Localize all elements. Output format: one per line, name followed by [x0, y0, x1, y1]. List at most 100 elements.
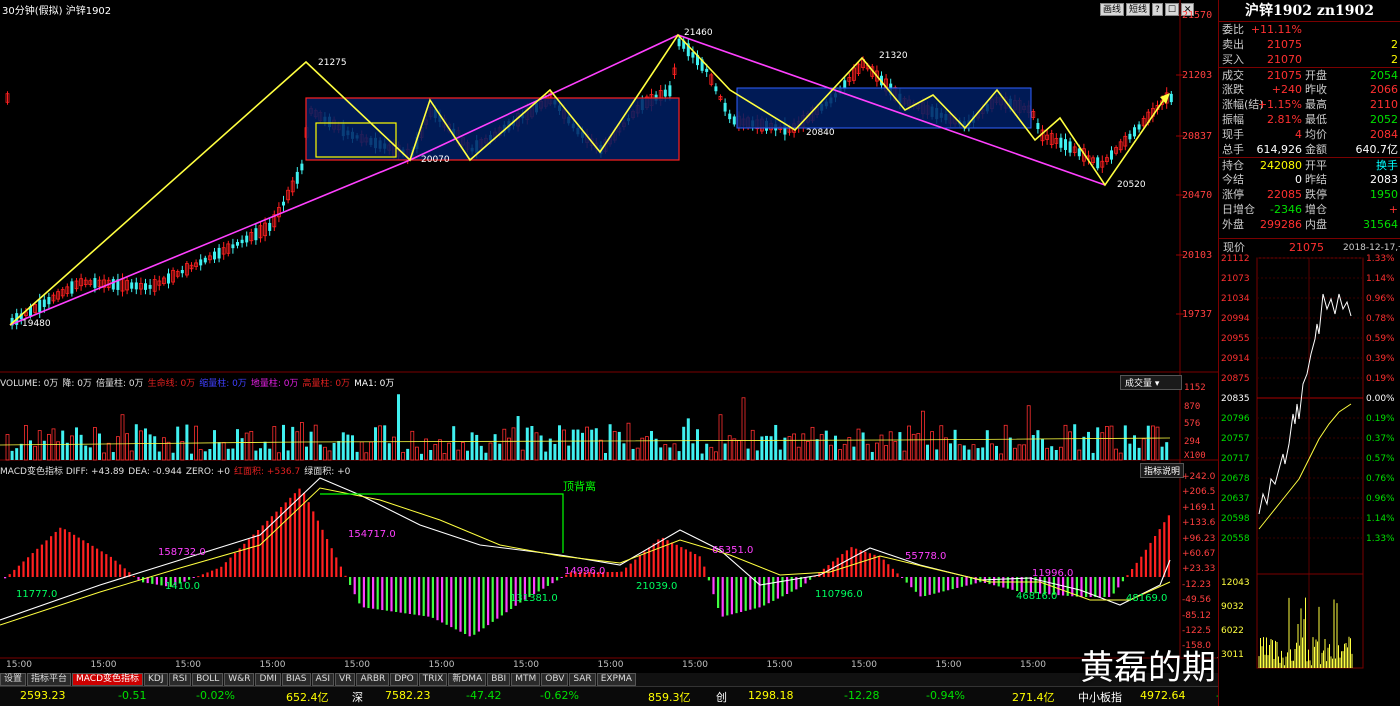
- volume-bar: [221, 442, 226, 461]
- macd-bar: [109, 556, 112, 577]
- macd-bar: [1131, 569, 1134, 577]
- macd-bar: [735, 577, 738, 614]
- candle-body: [1068, 141, 1072, 153]
- volume-bar: [10, 450, 14, 460]
- indicator-help-button[interactable]: 指标说明: [1140, 463, 1185, 478]
- macd-bar: [17, 565, 20, 577]
- candle-body: [677, 38, 681, 47]
- indicator-tab[interactable]: KDJ: [144, 673, 168, 686]
- macd-bar: [546, 577, 549, 586]
- volume-bar: [696, 429, 699, 460]
- volume-bar: [967, 449, 971, 460]
- indicator-tab[interactable]: RSI: [168, 673, 192, 686]
- volume-bar: [98, 433, 101, 460]
- volume-bar: [944, 437, 948, 461]
- macd-bar: [376, 577, 379, 610]
- volume-bar: [599, 439, 603, 461]
- indicator-tab[interactable]: MACD变色指标: [72, 673, 144, 686]
- macd-annotation: 158732.0: [158, 547, 206, 558]
- volume-bar: [259, 448, 262, 460]
- price-axis-label: 20470: [1182, 190, 1213, 201]
- macd-bar: [63, 529, 66, 577]
- macd-bar: [77, 537, 80, 577]
- volume-indicator-dropdown[interactable]: 成交量 ▾: [1120, 375, 1182, 390]
- draw-line-button[interactable]: 画线: [1100, 3, 1125, 16]
- macd-bar: [850, 547, 853, 577]
- indicator-tab[interactable]: TRIX: [418, 673, 448, 686]
- indicator-tab[interactable]: BOLL: [192, 673, 224, 686]
- volume-bar: [516, 416, 520, 460]
- indicator-tab[interactable]: DPO: [390, 673, 418, 686]
- volume-bar: [562, 429, 566, 461]
- macd-axis-label: -49.56: [1182, 595, 1212, 606]
- macd-bar: [312, 511, 315, 577]
- indicator-tab[interactable]: BIAS: [281, 673, 311, 686]
- indicator-tab[interactable]: DMI: [255, 673, 281, 686]
- volume-bar: [341, 432, 345, 460]
- quote-value: 换手: [1376, 159, 1398, 172]
- indicator-tab[interactable]: W&R: [224, 673, 255, 686]
- short-line-button[interactable]: 短线: [1126, 3, 1151, 16]
- macd-bar: [896, 573, 899, 577]
- volume-bar: [456, 449, 461, 461]
- volume-bar: [626, 422, 631, 461]
- indicator-tab[interactable]: SAR: [569, 673, 596, 686]
- macd-legend: MACD变色指标 DIFF: +43.89 DEA: -0.944 ZERO: +0…: [0, 464, 354, 477]
- quote-value: 2: [1391, 53, 1398, 66]
- help-button[interactable]: ?: [1152, 3, 1163, 16]
- macd-bar: [36, 548, 39, 577]
- volume-bar: [847, 437, 852, 461]
- intraday-price-line: [1258, 293, 1352, 515]
- volume-ma-line: [0, 437, 1171, 446]
- indicator-tab[interactable]: VR: [335, 673, 356, 686]
- status-value: 中小板指: [1078, 691, 1122, 704]
- restore-button[interactable]: ☐: [1164, 3, 1179, 16]
- indicator-tab[interactable]: 设置: [0, 673, 27, 686]
- indicator-tab[interactable]: 新DMA: [448, 673, 487, 686]
- indicator-tab[interactable]: BBI: [487, 673, 511, 686]
- quote-panel: 沪锌1902 zn1902 委比 +11.11% 卖出 21075 2 买入 21070 2 成…: [1218, 0, 1400, 706]
- status-value: 4972.64: [1140, 689, 1186, 702]
- indicator-tab[interactable]: OBV: [541, 673, 569, 686]
- status-value: -0.51: [118, 689, 147, 702]
- volume-bar: [1022, 444, 1026, 461]
- macd-bar: [399, 577, 402, 613]
- quote-value: 21075: [1267, 38, 1302, 51]
- macd-bar: [188, 577, 191, 580]
- quote-row: 现手 4 均价 2084: [1219, 127, 1400, 142]
- indicator-tab[interactable]: ARBR: [356, 673, 390, 686]
- quote-label: 最高: [1305, 98, 1327, 111]
- macd-bar: [1085, 577, 1088, 597]
- volume-bar: [801, 433, 806, 461]
- volume-bar: [727, 435, 732, 461]
- volume-bar: [677, 451, 681, 460]
- indicator-tab[interactable]: MTM: [511, 673, 541, 686]
- volume-bar: [84, 445, 88, 460]
- volume-bar: [180, 440, 185, 461]
- indicator-tab[interactable]: 指标平台: [27, 673, 72, 686]
- volume-bar: [374, 427, 377, 460]
- volume-bar: [926, 444, 929, 460]
- macd-bar: [22, 561, 25, 577]
- volume-bar: [231, 448, 235, 460]
- volume-bar: [47, 433, 51, 461]
- volume-bar: [61, 430, 65, 460]
- minichart-volume-label: 12043: [1221, 578, 1250, 588]
- price-axis-label: 21570: [1182, 10, 1213, 21]
- volume-bar: [631, 448, 635, 460]
- macd-bar: [712, 577, 715, 595]
- volume-bar: [640, 437, 645, 461]
- quote-label: 开平: [1305, 159, 1327, 172]
- indicator-tab[interactable]: EXPMA: [596, 673, 636, 686]
- candle-body: [111, 279, 115, 290]
- volume-bar: [650, 430, 653, 460]
- quote-label: 增仓: [1305, 203, 1327, 216]
- time-axis-label: 15:00: [259, 660, 286, 670]
- indicator-tab[interactable]: ASI: [311, 673, 335, 686]
- macd-bar: [215, 568, 218, 577]
- macd-bar: [270, 516, 273, 577]
- volume-bar: [539, 435, 543, 460]
- intraday-avg-line: [1258, 403, 1352, 530]
- volume-bar: [567, 445, 571, 460]
- macd-annotation: 21039.0: [636, 581, 678, 592]
